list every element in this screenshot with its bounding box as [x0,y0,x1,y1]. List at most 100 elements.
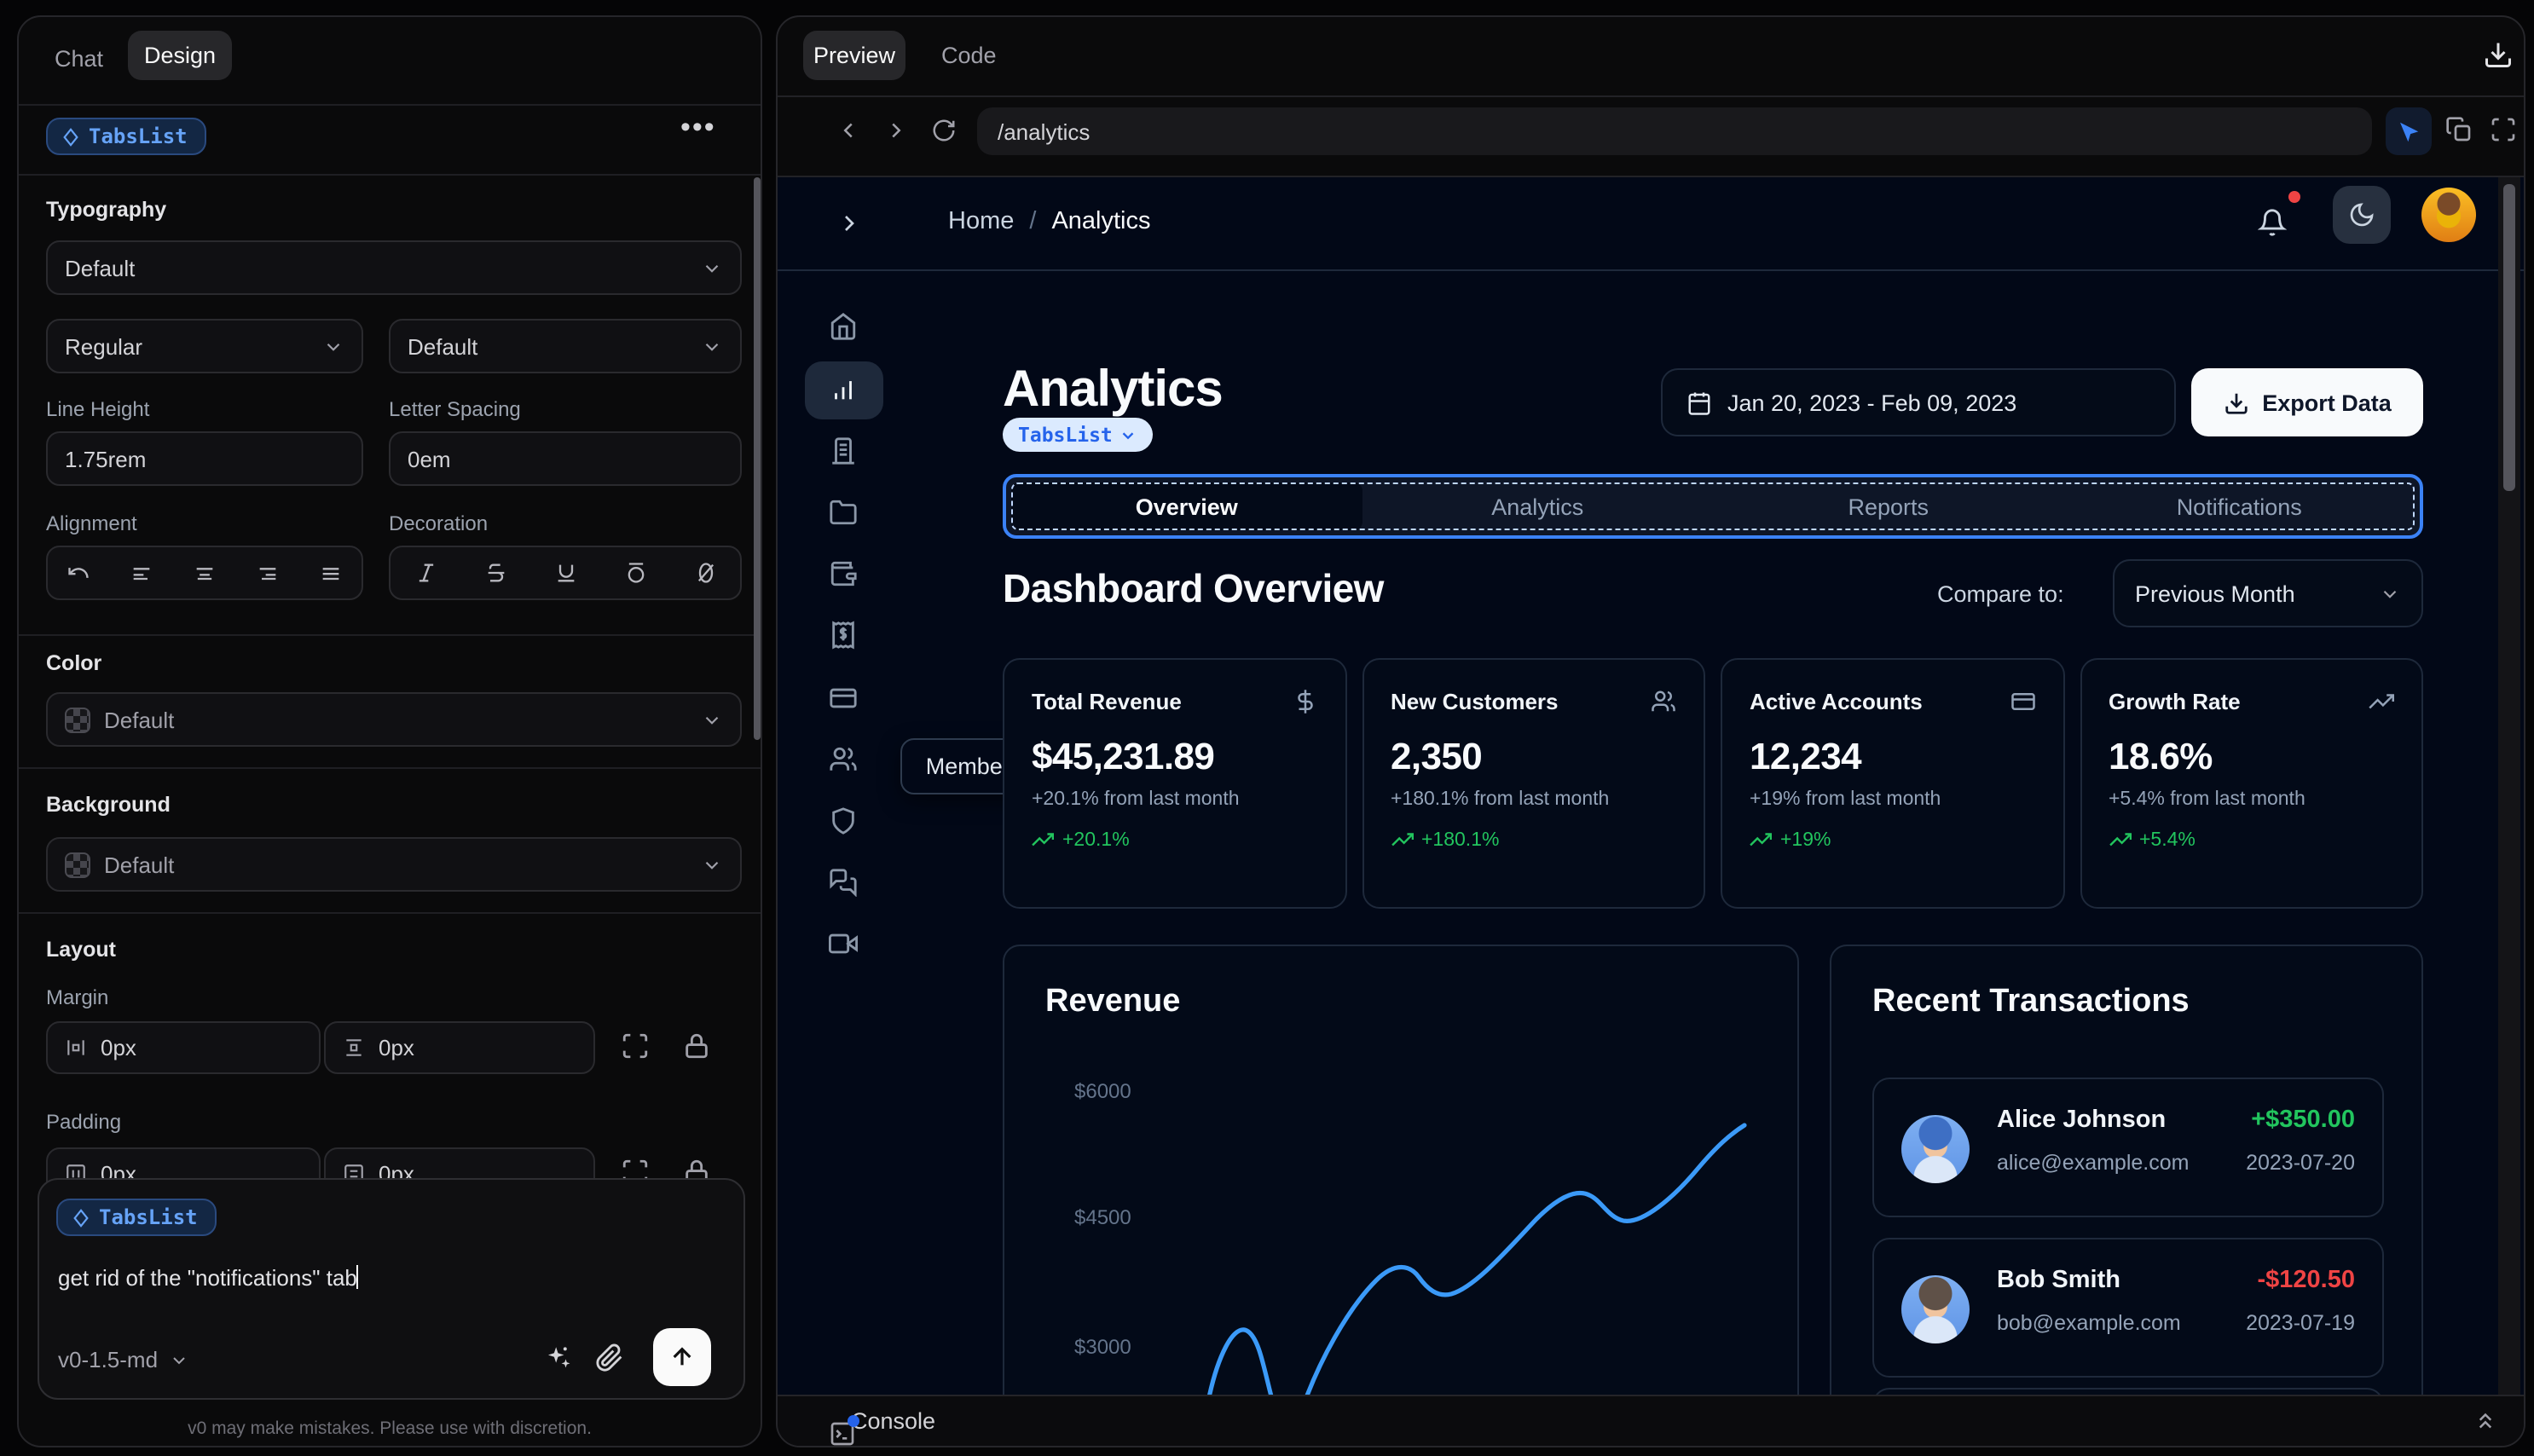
font-family-value: Default [65,255,136,280]
transaction-row-partial[interactable] [1872,1388,2384,1395]
letter-spacing-input[interactable]: 0em [389,431,742,486]
tab-chat[interactable]: Chat [55,46,103,72]
back-icon[interactable] [836,118,861,143]
export-data-button[interactable]: Export Data [2191,368,2423,436]
chat-composer[interactable]: TabsList get rid of the "notifications" … [38,1178,745,1400]
undo-icon[interactable] [67,561,91,585]
theme-toggle-button[interactable] [2333,186,2391,244]
dollar-icon [1297,690,1312,714]
stats-row: Total Revenue $45,231.89 +20.1% from las… [1003,658,2423,909]
color-select[interactable]: Default [46,692,742,747]
date-range-picker[interactable]: Jan 20, 2023 - Feb 09, 2023 [1661,368,2176,436]
stat-card-total-revenue[interactable]: Total Revenue $45,231.89 +20.1% from las… [1003,658,1346,909]
credit-card-icon[interactable] [829,684,858,713]
composer-chip-label: TabsList [99,1205,198,1229]
fullscreen-icon[interactable] [2490,116,2517,143]
v0-builder-window: Chat Design TabsList ••• Typography Defa… [0,0,2534,1456]
margin-y-input[interactable]: 0px [324,1021,595,1074]
console-icon-wrap [829,1414,859,1446]
inspect-mode-button[interactable] [2386,107,2432,155]
stat-card-growth-rate[interactable]: Growth Rate 18.6% +5.4% from last month … [2080,658,2423,909]
background-value: Default [104,852,175,877]
building-icon[interactable] [829,436,858,465]
expand-margin-icon[interactable] [621,1031,650,1060]
tab-code[interactable]: Code [941,43,997,68]
compare-select[interactable]: Previous Month [2113,559,2423,627]
sparkles-icon[interactable] [544,1343,573,1372]
bar-chart-icon[interactable] [829,375,858,404]
transparent-swatch-icon [65,707,90,732]
tab-preview[interactable]: Preview [803,31,905,80]
receipt-icon[interactable] [829,621,858,650]
line-height-label: Line Height [46,397,150,421]
composer-context-chip[interactable]: TabsList [56,1199,217,1236]
transaction-row[interactable]: Bob Smith bob@example.com -$120.50 2023-… [1872,1238,2384,1378]
underline-icon[interactable] [553,561,577,585]
margin-x-input[interactable]: 0px [46,1021,321,1074]
tabs-list-selected: Overview Analytics Reports Notifications [1003,474,2423,539]
paperclip-icon[interactable] [595,1343,624,1372]
align-center-icon[interactable] [193,561,217,585]
chevron-down-icon [705,263,719,272]
align-left-icon[interactable] [130,561,153,585]
home-icon[interactable] [829,312,858,341]
forward-icon[interactable] [883,118,909,143]
panel-scrollbar[interactable] [754,177,761,740]
model-select[interactable]: v0-1.5-md [58,1347,188,1372]
page-selection-chip[interactable]: TabsList [1003,418,1154,452]
lock-margin-icon[interactable] [682,1031,711,1060]
chevron-down-icon [2383,589,2397,598]
align-right-icon[interactable] [256,561,280,585]
tab-notifications[interactable]: Notifications [2064,482,2415,530]
prompt-input[interactable]: get rid of the "notifications" tab [58,1265,359,1291]
users-icon[interactable] [829,745,858,774]
selected-element-chip[interactable]: TabsList [46,118,206,155]
transaction-row[interactable]: Alice Johnson alice@example.com +$350.00… [1872,1078,2384,1217]
user-avatar[interactable] [2421,188,2476,242]
tab-overview[interactable]: Overview [1011,482,1362,530]
send-button[interactable] [653,1328,711,1386]
font-family-select[interactable]: Default [46,240,742,295]
more-menu-icon[interactable]: ••• [680,111,716,145]
folder-icon[interactable] [829,498,858,527]
messages-icon[interactable] [829,868,858,897]
wallet-icon[interactable] [829,559,858,588]
chevrons-up-icon[interactable] [2473,1408,2498,1434]
stat-value: 2,350 [1391,735,1483,777]
line-height-input[interactable]: 1.75rem [46,431,363,486]
breadcrumb-separator: / [1029,208,1037,235]
italic-icon[interactable] [414,561,437,585]
breadcrumb-home[interactable]: Home [948,208,1014,235]
copy-icon[interactable] [2445,116,2473,143]
trending-up-icon [2109,833,2131,846]
strikethrough-icon[interactable] [483,561,507,585]
refresh-icon[interactable] [931,118,957,143]
tab-design[interactable]: Design [128,31,232,80]
video-icon[interactable] [829,929,858,958]
text-cursor [356,1265,359,1289]
margin-vertical-icon [346,1039,362,1056]
tab-reports[interactable]: Reports [1713,482,2064,530]
background-select[interactable]: Default [46,837,742,892]
tab-analytics[interactable]: Analytics [1362,482,1714,530]
align-justify-icon[interactable] [318,561,342,585]
overline-icon[interactable] [623,561,647,585]
font-weight-select[interactable]: Regular [46,319,363,373]
console-bar[interactable]: Console [778,1395,2524,1446]
font-size-value: Default [408,333,478,359]
bell-icon[interactable] [2258,208,2287,237]
app-scrollbar-thumb[interactable] [2503,184,2515,491]
font-size-select[interactable]: Default [389,319,742,373]
download-icon[interactable] [2483,39,2514,70]
pointer-icon [2400,121,2419,142]
url-bar[interactable]: /analytics [977,107,2372,155]
calendar-icon [1688,391,1710,414]
no-decoration-icon[interactable] [693,561,717,585]
stat-card-active-accounts[interactable]: Active Accounts 12,234 +19% from last mo… [1721,658,2064,909]
stat-card-new-customers[interactable]: New Customers 2,350 +180.1% from last mo… [1362,658,1705,909]
app-scrollbar-track[interactable] [2498,177,2520,1395]
compare-label: Compare to: [1937,581,2064,607]
diamond-icon [63,127,78,146]
shield-icon[interactable] [829,806,858,835]
sidebar-expand-icon[interactable] [836,210,863,237]
